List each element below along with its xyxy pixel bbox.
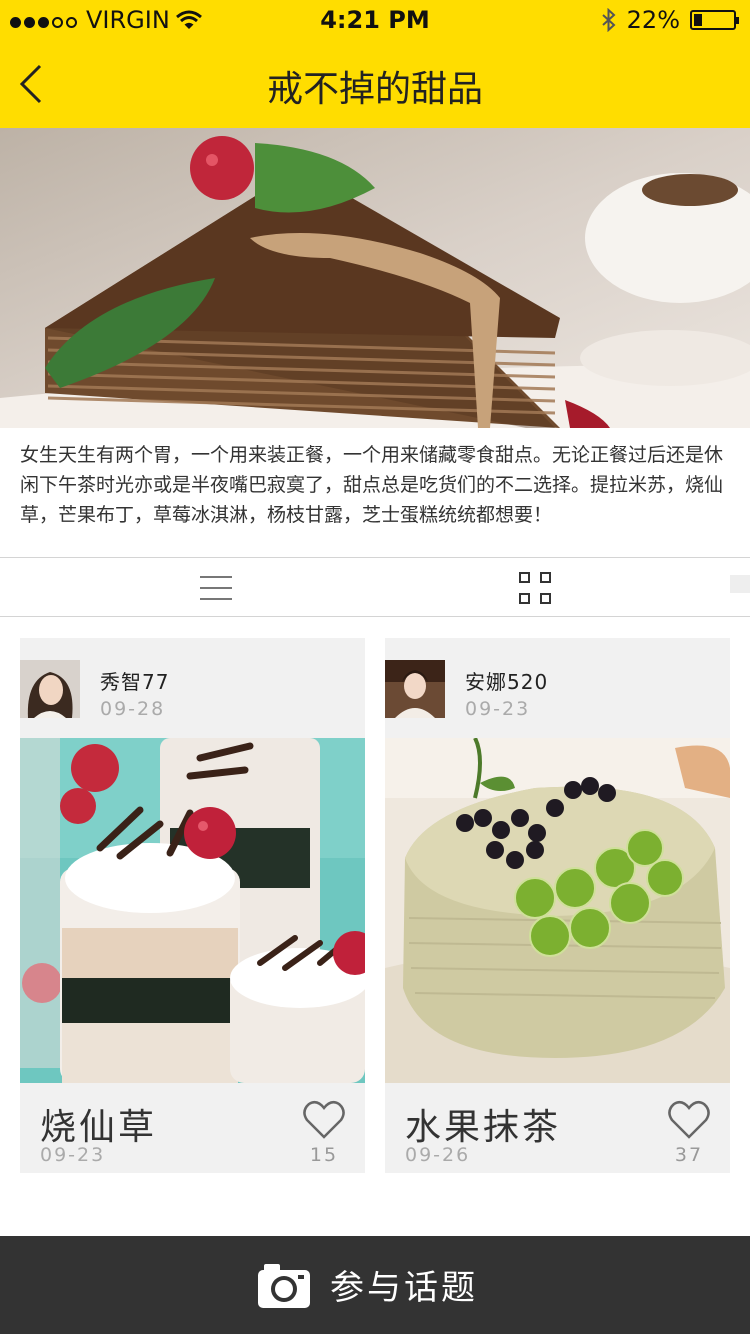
dessert-name[interactable]: 水果抹茶: [405, 1098, 561, 1150]
avatar[interactable]: [385, 660, 445, 718]
user-name[interactable]: 秀智77: [100, 666, 169, 695]
like-count: 37: [674, 1144, 704, 1166]
battery-percent: 22%: [626, 6, 680, 34]
dessert-photo[interactable]: [20, 738, 365, 1083]
navigation-bar: 戒不掉的甜品: [0, 40, 750, 128]
user-name[interactable]: 安娜520: [465, 666, 548, 695]
bluetooth-icon: [601, 8, 616, 32]
dessert-photo[interactable]: [385, 738, 730, 1083]
dessert-name[interactable]: 烧仙草: [40, 1098, 157, 1150]
join-topic-button[interactable]: 参与话题: [258, 1260, 478, 1309]
scroll-indicator: [730, 575, 750, 593]
grid-view-icon[interactable]: [519, 572, 551, 604]
view-toggle-bar: [0, 557, 750, 617]
join-topic-label: 参与话题: [330, 1268, 478, 1308]
status-bar: VIRGIN 4:21 PM 22%: [0, 0, 750, 40]
like-count: 15: [309, 1144, 339, 1166]
dessert-card[interactable]: 安娜520 09-23 水果抹茶 09-26 37: [385, 638, 730, 1173]
dessert-date: 09-23: [40, 1144, 106, 1166]
dessert-date: 09-26: [405, 1144, 471, 1166]
list-view-icon[interactable]: [200, 575, 232, 601]
battery-icon: [690, 10, 739, 30]
bottom-action-bar: 参与话题: [0, 1236, 750, 1334]
avatar[interactable]: [20, 660, 80, 718]
post-date: 09-23: [465, 698, 531, 720]
hero-image: [0, 128, 750, 433]
post-date: 09-28: [100, 698, 166, 720]
description-text: 女生天生有两个胃，一个用来装正餐，一个用来储藏零食甜点。无论正餐过后还是休闲下午…: [20, 444, 724, 526]
heart-icon[interactable]: [303, 1100, 345, 1140]
page-title: 戒不掉的甜品: [266, 69, 483, 110]
dessert-card[interactable]: 秀智77 09-28 烧仙草 09-23 15: [20, 638, 365, 1173]
heart-icon[interactable]: [668, 1100, 710, 1140]
camera-icon: [258, 1263, 310, 1308]
